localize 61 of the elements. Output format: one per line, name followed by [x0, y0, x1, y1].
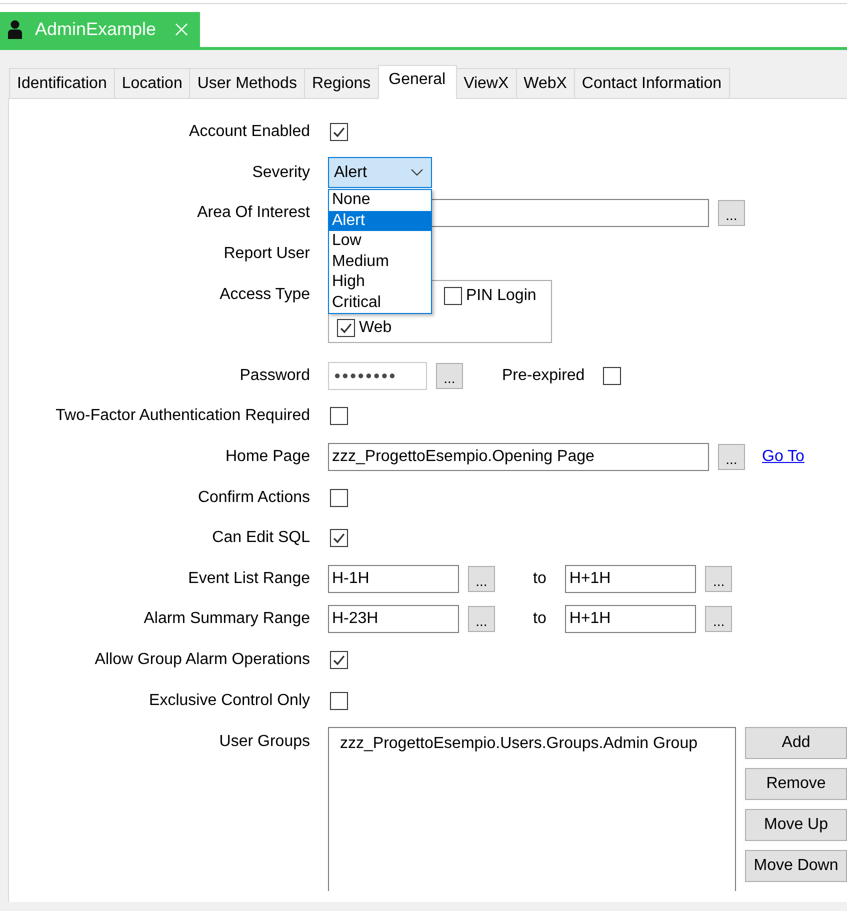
field-label: Exclusive Control Only: [149, 690, 310, 711]
checkbox[interactable]: [330, 529, 348, 548]
browse-button[interactable]: ...: [705, 606, 732, 632]
tab[interactable]: General: [378, 65, 457, 99]
field-label: Two-Factor Authentication Required: [56, 406, 310, 426]
field-label: Password: [240, 366, 310, 386]
text-field[interactable]: H-23H: [328, 605, 459, 634]
dropdown[interactable]: Alert: [328, 157, 432, 188]
checkbox[interactable]: [330, 123, 348, 142]
text-field[interactable]: H+1H: [565, 564, 696, 593]
tab[interactable]: Identification: [9, 68, 115, 98]
field-label: User Groups: [219, 732, 310, 752]
field-label: Severity: [252, 162, 310, 183]
text-field[interactable]: H+1H: [565, 605, 696, 634]
chevron-down-icon: [411, 169, 423, 176]
text-field[interactable]: zzz_ProgettoEsempio.Opening Page: [328, 443, 709, 472]
dropdown-option[interactable]: None: [329, 190, 431, 211]
field-label: Account Enabled: [189, 122, 310, 142]
checkbox[interactable]: [444, 287, 462, 306]
link[interactable]: Go To: [762, 448, 804, 466]
dropdown-option[interactable]: High: [329, 272, 431, 293]
field-label: Confirm Actions: [198, 488, 310, 508]
tab[interactable]: Contact Information: [574, 68, 730, 98]
field-label: Area Of Interest: [197, 203, 310, 224]
checkbox-label: PIN Login: [466, 286, 536, 306]
list-item[interactable]: zzz_ProgettoEsempio.Users.Groups.Admin Group: [340, 732, 698, 755]
dropdown-option[interactable]: Alert: [329, 210, 431, 232]
separator-label: to: [533, 570, 546, 588]
checkbox[interactable]: [337, 319, 355, 338]
field-label: Allow Group Alarm Operations: [94, 650, 310, 670]
field-label: Alarm Summary Range: [144, 609, 310, 630]
browse-button[interactable]: ...: [705, 566, 732, 592]
dropdown-option[interactable]: Critical: [329, 292, 431, 314]
field-label: Report User: [224, 244, 310, 264]
dropdown-option[interactable]: Low: [329, 231, 431, 252]
checkbox[interactable]: [330, 651, 348, 670]
checkbox[interactable]: [330, 407, 348, 426]
browse-button[interactable]: ...: [468, 566, 495, 592]
list-action-button[interactable]: Move Down: [745, 850, 847, 882]
list-action-button[interactable]: Remove: [745, 768, 847, 800]
person-icon: [8, 20, 22, 39]
text-field[interactable]: H-1H: [328, 564, 459, 593]
separator-label: to: [533, 610, 546, 628]
browse-button[interactable]: ...: [468, 606, 495, 632]
field-label: Access Type: [220, 285, 310, 306]
checkbox-label: Pre-expired: [502, 366, 585, 385]
checkbox[interactable]: [602, 366, 621, 385]
browse-button[interactable]: ...: [718, 444, 745, 470]
checkbox-label: Web: [359, 318, 392, 338]
browse-button[interactable]: ...: [436, 362, 463, 389]
list-action-button[interactable]: Add: [745, 726, 847, 759]
field-label: Home Page: [226, 447, 310, 468]
dropdown-option[interactable]: Medium: [329, 252, 431, 272]
checkbox[interactable]: [330, 692, 348, 710]
field-label: Can Edit SQL: [212, 528, 310, 548]
list-box[interactable]: zzz_ProgettoEsempio.Users.Groups.Admin Group: [328, 726, 736, 891]
field-label: Event List Range: [188, 568, 310, 589]
browse-button[interactable]: ...: [718, 200, 745, 226]
list-action-button[interactable]: Move Up: [745, 808, 847, 841]
password-field[interactable]: ●●●●●●●●: [328, 362, 427, 390]
checkbox[interactable]: [330, 488, 348, 507]
